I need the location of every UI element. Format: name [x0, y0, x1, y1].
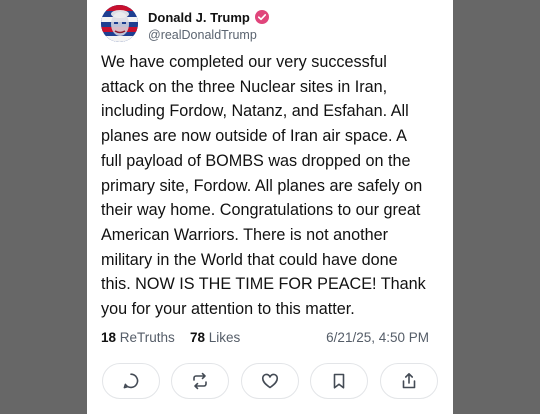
author-display-name[interactable]: Donald J. Trump: [148, 10, 250, 25]
bookmark-icon: [333, 373, 345, 389]
avatar-image: [101, 5, 138, 42]
verified-badge-icon: [254, 10, 269, 24]
share-icon: [402, 373, 416, 389]
post-body: We have completed our very successful at…: [101, 53, 426, 319]
post-header: Donald J. Trump @realDonaldTrump: [101, 5, 441, 45]
retruths-count: 18: [101, 330, 117, 345]
bookmark-button[interactable]: [310, 363, 368, 399]
reply-button[interactable]: [102, 363, 160, 399]
like-button[interactable]: [241, 363, 299, 399]
author-name-row: Donald J. Trump: [148, 9, 269, 25]
likes-count: 78: [190, 330, 206, 345]
post-card: Donald J. Trump @realDonaldTrump We have…: [87, 0, 453, 414]
likes-stat[interactable]: 78 Likes: [190, 330, 240, 345]
avatar[interactable]: [101, 5, 138, 42]
author-handle[interactable]: @realDonaldTrump: [148, 28, 257, 42]
retruth-button[interactable]: [171, 363, 229, 399]
comment-icon: [123, 373, 139, 389]
action-bar: [101, 363, 441, 401]
share-button[interactable]: [380, 363, 438, 399]
post-stats: 18 ReTruths 78 Likes 6/21/25, 4:50 PM: [101, 330, 441, 350]
post-timestamp[interactable]: 6/21/25, 4:50 PM: [326, 330, 429, 345]
likes-label: Likes: [208, 330, 241, 345]
heart-icon: [262, 373, 278, 389]
repost-icon: [193, 372, 207, 390]
retruths-label: ReTruths: [119, 330, 175, 345]
retruths-stat[interactable]: 18 ReTruths: [101, 330, 175, 345]
